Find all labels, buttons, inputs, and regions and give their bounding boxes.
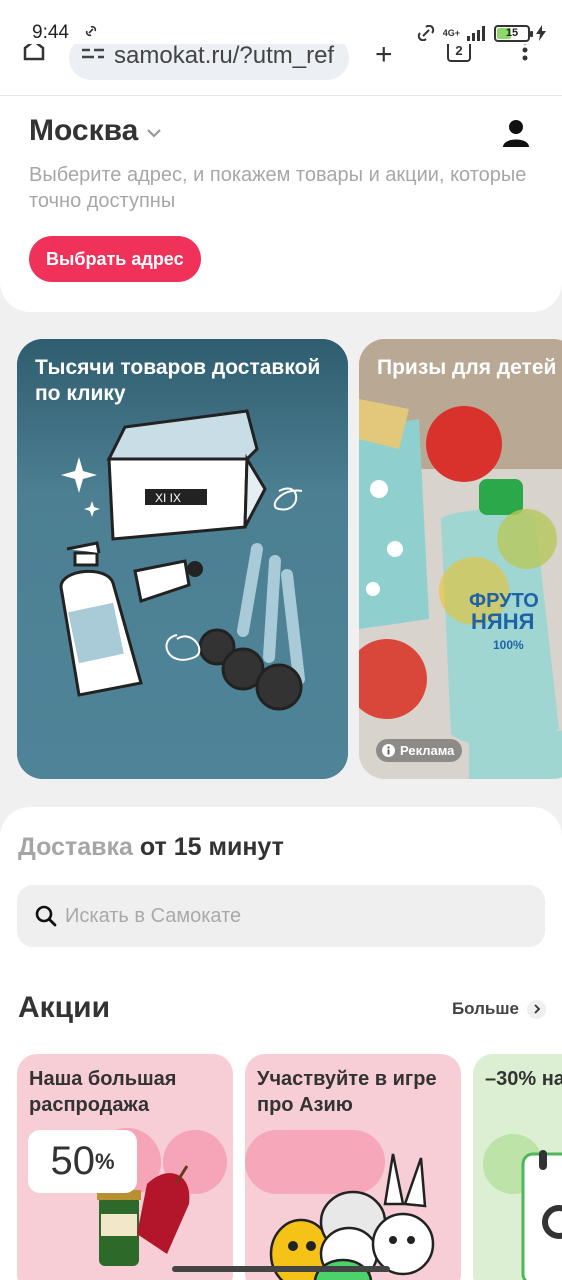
city-name: Москва (29, 114, 139, 147)
url-text[interactable]: samokat.ru/?utm_ref (80, 44, 346, 70)
gesture-bar[interactable] (172, 1266, 390, 1272)
promo-title: Наша большая распродажа (29, 1068, 177, 1116)
delivery-prefix: Доставка (18, 833, 133, 861)
link-icon (85, 25, 97, 37)
promo-card-asia-game[interactable]: Участвуйте в игре про Азию (245, 1054, 461, 1280)
battery-level: 15 (505, 27, 519, 39)
network-label: 4G+ (442, 28, 460, 38)
city-selector[interactable]: Москва (29, 114, 162, 148)
ad-label: Реклама (400, 743, 455, 758)
discount-value: 50 (50, 1139, 95, 1183)
tabs-count: 2 (455, 44, 463, 58)
delivery-value: от 15 минут (139, 833, 284, 861)
discount-badge: 50% (28, 1130, 137, 1193)
chevron-down-icon (147, 129, 162, 138)
more-menu-icon[interactable] (522, 44, 528, 62)
svg-text:НЯНЯ: НЯНЯ (471, 609, 534, 634)
location-hint: Выберите адрес, и покажем товары и акции… (29, 164, 527, 212)
svg-text:XI IX: XI IX (155, 491, 181, 505)
more-label: Больше (451, 999, 519, 1018)
info-icon (382, 744, 395, 757)
search-icon (35, 905, 57, 927)
profile-icon[interactable] (502, 118, 530, 148)
page: 9:44 4G+ 15 samokat.ru/?utm_ref + 2 Моск… (0, 0, 562, 1280)
status-icons: 4G+ 15 (415, 23, 546, 43)
catalog-card: Доставка от 15 минут Акции Больше (0, 807, 562, 1280)
discount-unit: % (94, 1148, 115, 1174)
search-input[interactable] (65, 904, 505, 928)
search-bar[interactable] (17, 885, 545, 947)
hotspot-icon (417, 25, 434, 41)
promo-title: Участвуйте в игре про Азию (257, 1068, 437, 1116)
ad-badge[interactable]: Реклама (376, 739, 463, 762)
banner-delivery[interactable]: XI IX Тысячи товаров доставкой по клику (17, 339, 348, 779)
status-time: 9:44 (32, 22, 69, 43)
delivery-time: Доставка от 15 минут (18, 833, 284, 862)
new-tab-icon[interactable]: + (375, 44, 393, 70)
banner-photo: ФРУТО НЯНЯ 100% (359, 339, 562, 779)
choose-address-button[interactable]: Выбрать адрес (29, 236, 201, 282)
battery-icon: 15 (494, 24, 533, 42)
promo-card-discount[interactable]: –30% на дня (473, 1054, 562, 1280)
promo-title: –30% на дня (485, 1068, 562, 1090)
location-card: Москва Выберите адрес, и покажем товары … (0, 96, 562, 312)
status-bar: 9:44 4G+ 15 (0, 0, 562, 44)
promos-title: Акции (18, 991, 111, 1024)
home-icon[interactable] (22, 44, 46, 62)
signal-icon (467, 26, 485, 41)
banner-title: Тысячи товаров доставкой по клику (35, 356, 321, 405)
chevron-right-icon (527, 999, 546, 1019)
tabs-count-icon[interactable]: 2 (447, 44, 471, 62)
svg-text:100%: 100% (493, 638, 524, 652)
banner-kids-prizes[interactable]: ФРУТО НЯНЯ 100% Призы для детей в игре Р… (359, 339, 562, 779)
promo-card-sale[interactable]: Наша большая распродажа 50% (17, 1054, 233, 1280)
banner-title: Призы для детей в игре (377, 356, 562, 379)
browser-toolbar: samokat.ru/?utm_ref + 2 (0, 44, 562, 96)
promos-more-link[interactable]: Больше (452, 999, 546, 1019)
charging-icon (536, 25, 546, 41)
